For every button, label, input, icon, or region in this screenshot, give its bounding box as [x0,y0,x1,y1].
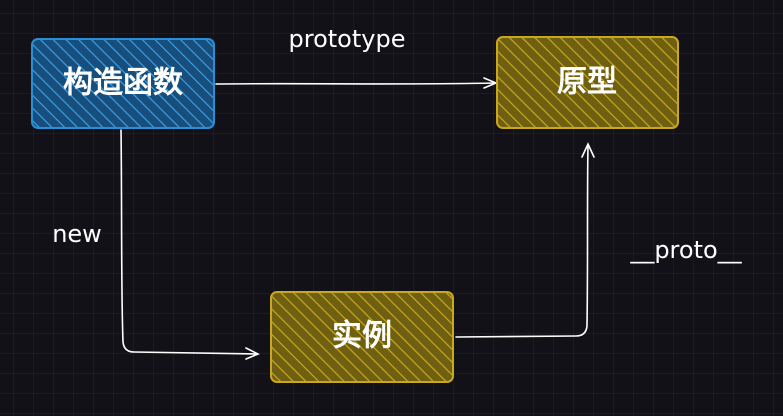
diagram-canvas: 构造函数 原型 实例 prototype new __proto__ [0,0,783,416]
node-constructor[interactable]: 构造函数 [31,38,215,129]
diagram-svg: 构造函数 原型 实例 prototype new __proto__ [31,25,743,383]
edge-label-proto: __proto__ [629,236,742,264]
edge-label-prototype: prototype [289,25,406,53]
edge-instance-to-prototype [455,142,595,338]
node-constructor-label: 构造函数 [63,66,184,101]
node-prototype-label: 原型 [557,65,617,100]
edge-label-new: new [52,220,102,248]
edge-constructor-to-instance [120,129,260,360]
node-instance-label: 实例 [332,319,392,354]
node-prototype[interactable]: 原型 [496,36,679,129]
edge-constructor-to-prototype [215,77,499,89]
node-instance[interactable]: 实例 [270,291,454,383]
